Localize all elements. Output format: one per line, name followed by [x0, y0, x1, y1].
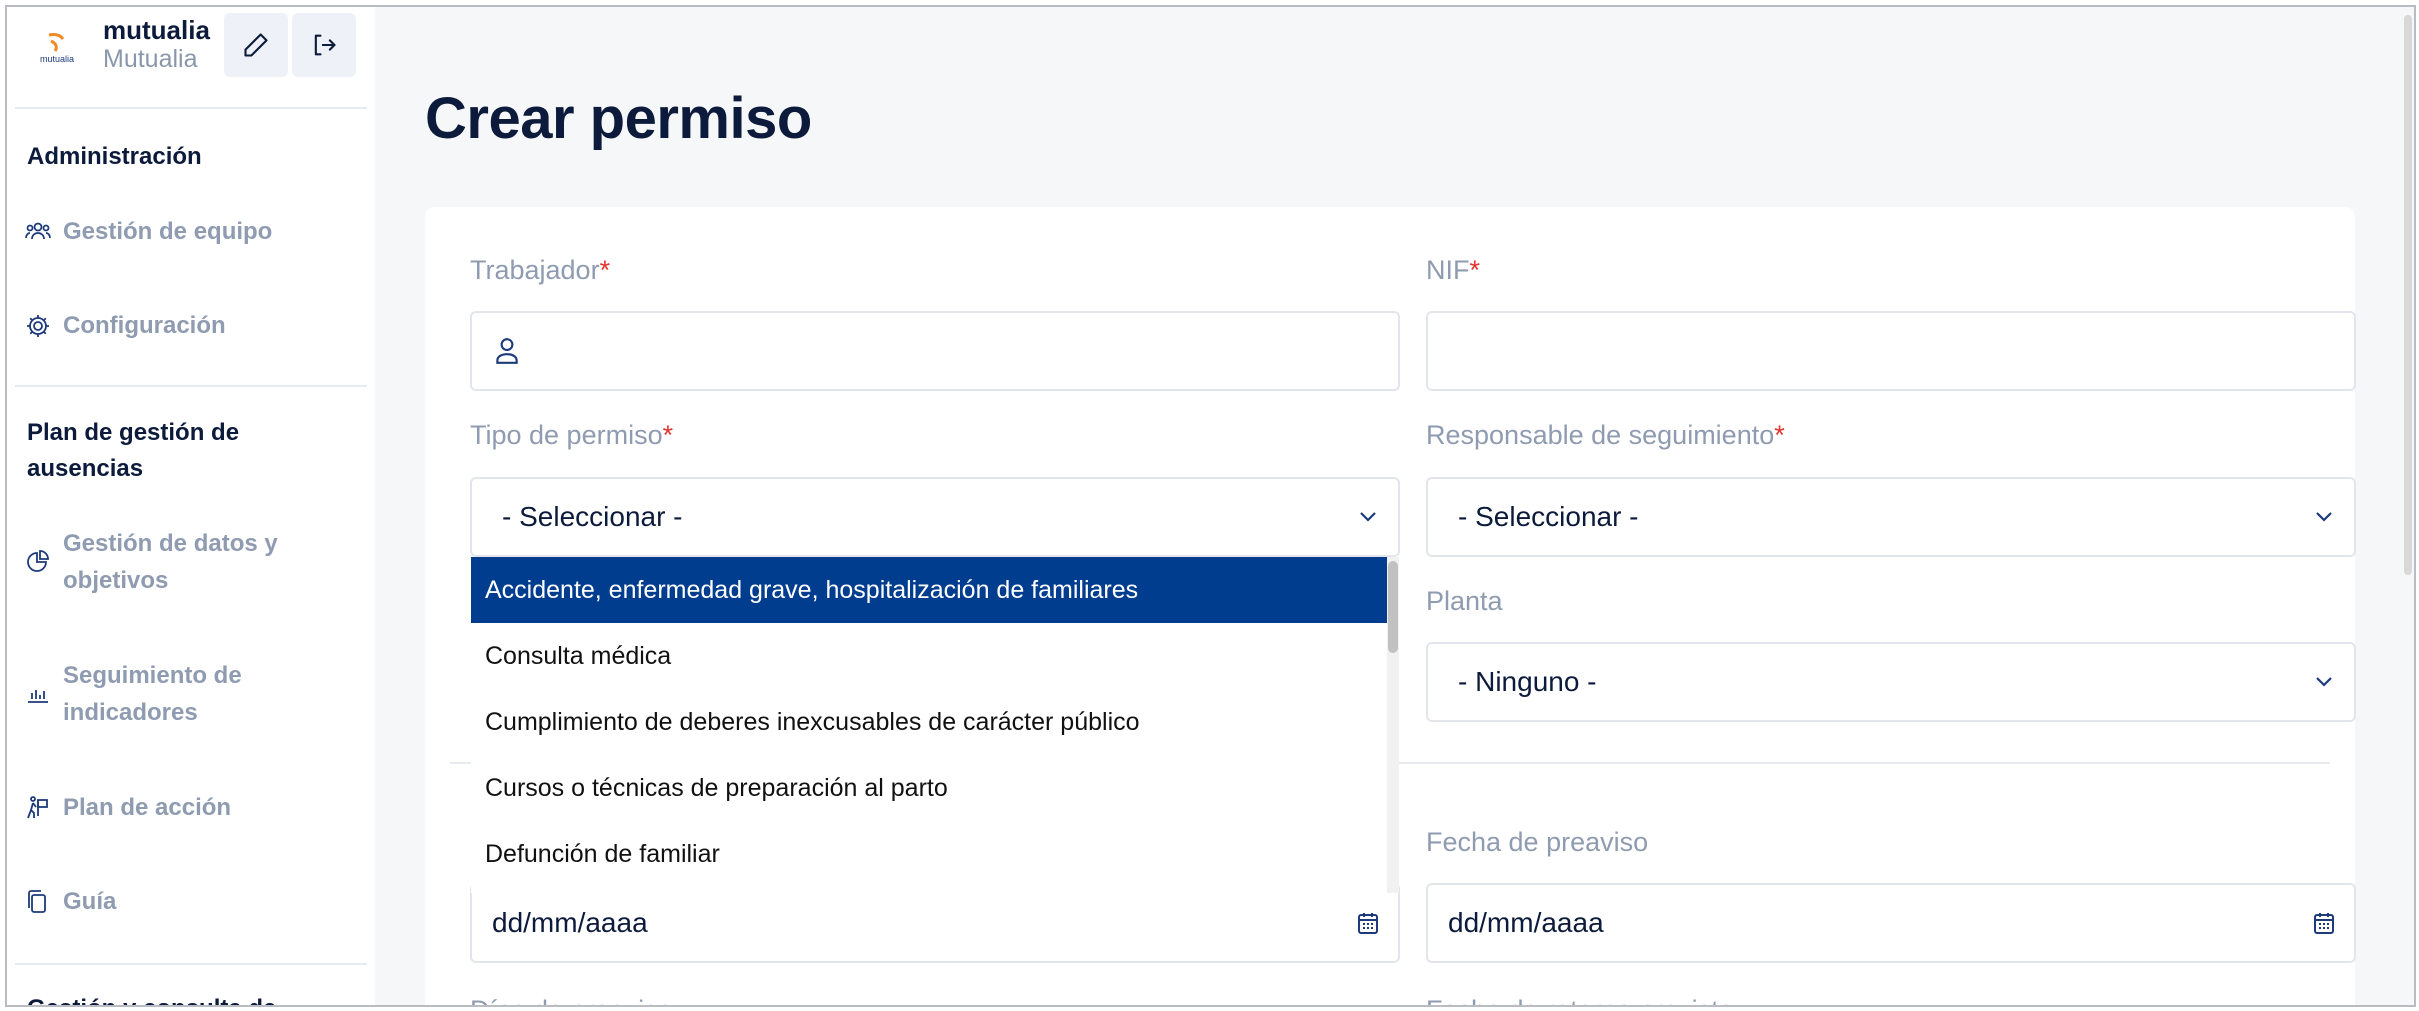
sidebar-item-gestion-datos[interactable]: Gestión de datos y objetivos	[21, 525, 341, 599]
divider	[15, 107, 367, 109]
dropdown-option[interactable]: Cursos o técnicas de preparación al part…	[471, 755, 1387, 821]
fecha-preaviso-label: Fecha de preaviso	[1426, 827, 1649, 857]
nif-label: NIF*	[1426, 255, 1481, 285]
sidebar-item-gestion-equipo[interactable]: Gestión de equipo	[21, 213, 272, 250]
sidebar-item-guia[interactable]: Guía	[21, 883, 116, 920]
fecha-inicio-value: dd/mm/aaaa	[492, 907, 648, 938]
bar-chart-icon	[21, 675, 55, 712]
svg-text:mutualia: mutualia	[40, 54, 74, 64]
user-icon	[496, 338, 518, 364]
trabajador-label: Trabajador*	[470, 255, 611, 285]
brand-header: mutualia mutualia Mutualia	[7, 7, 375, 107]
section-administracion: Administración	[27, 143, 202, 170]
tipo-permiso-label: Tipo de permiso*	[470, 420, 674, 450]
pencil-icon	[244, 33, 268, 57]
divider	[15, 963, 367, 965]
section-plan-gestion-ausencias: Plan de gestión de ausencias	[27, 419, 240, 482]
dropdown-scroll-thumb[interactable]	[1388, 561, 1398, 653]
planta-value: - Ninguno -	[1458, 666, 1597, 697]
sidebar: mutualia mutualia Mutualia Administració…	[7, 7, 375, 1005]
calendar-icon[interactable]	[1338, 885, 1398, 961]
nif-input[interactable]	[1426, 311, 2356, 391]
sidebar-item-label: Guía	[63, 888, 117, 915]
responsable-select[interactable]: - Seleccionar -	[1426, 477, 2356, 557]
responsable-label: Responsable de seguimiento*	[1426, 420, 1785, 450]
sidebar-item-seguimiento-indicadores[interactable]: Seguimiento de indicadores	[21, 657, 341, 731]
sidebar-item-plan-accion[interactable]: Plan de acción	[21, 789, 231, 826]
dropdown-option[interactable]: Defunción de familiar	[471, 821, 1387, 887]
page-scrollbar[interactable]	[2404, 7, 2414, 1005]
dropdown-scrollbar[interactable]	[1387, 557, 1399, 893]
action-plan-icon	[21, 789, 55, 826]
fecha-inicio-input[interactable]: dd/mm/aaaa	[470, 883, 1400, 963]
tipo-permiso-select[interactable]: - Seleccionar -	[470, 477, 1400, 557]
sidebar-item-configuracion[interactable]: Configuración	[21, 307, 226, 344]
dropdown-option[interactable]: Consulta médica	[471, 623, 1387, 689]
team-icon	[21, 213, 55, 250]
copy-document-icon	[21, 883, 55, 920]
logout-button[interactable]	[292, 13, 356, 77]
dropdown-option[interactable]: Accidente, enfermedad grave, hospitaliza…	[471, 557, 1387, 623]
tipo-permiso-dropdown: Accidente, enfermedad grave, hospitaliza…	[471, 557, 1399, 893]
tipo-permiso-value: - Seleccionar -	[502, 501, 683, 532]
section-gestion-consulta: Gestión y consulta de	[27, 991, 276, 1005]
mutualia-logo: mutualia	[40, 33, 74, 64]
planta-label: Planta	[1426, 586, 1503, 616]
fecha-retorno-label: Fecha de retorno prevista	[1426, 995, 1734, 1005]
sidebar-item-label: Gestión de equipo	[63, 218, 273, 245]
chevron-down-icon	[2294, 644, 2354, 720]
sidebar-item-label: Plan de acción	[63, 794, 232, 821]
sidebar-item-label: Seguimiento de indicadores	[63, 662, 242, 726]
chevron-down-icon	[1338, 479, 1398, 555]
fecha-preaviso-value: dd/mm/aaaa	[1448, 907, 1604, 938]
divider	[15, 385, 367, 387]
gear-icon	[21, 307, 55, 344]
trabajador-input[interactable]	[470, 311, 1400, 391]
logout-icon	[314, 34, 336, 56]
app-window: mutualia mutualia Mutualia Administració…	[5, 5, 2416, 1007]
sidebar-item-label: Configuración	[63, 312, 226, 339]
brand-name: mutualia	[103, 15, 210, 45]
fecha-preaviso-input[interactable]: dd/mm/aaaa	[1426, 883, 2356, 963]
dias-preaviso-label: Días de preaviso	[470, 995, 673, 1005]
pie-chart-icon	[21, 543, 55, 580]
brand-subtitle: Mutualia	[103, 45, 198, 73]
page-scroll-thumb[interactable]	[2404, 15, 2412, 575]
responsable-value: - Seleccionar -	[1458, 501, 1639, 532]
planta-select[interactable]: - Ninguno -	[1426, 642, 2356, 722]
chevron-down-icon	[2294, 479, 2354, 555]
dropdown-option[interactable]: Cumplimiento de deberes inexcusables de …	[471, 689, 1387, 755]
sidebar-item-label: Gestión de datos y objetivos	[63, 530, 278, 594]
calendar-icon[interactable]	[2294, 885, 2354, 961]
page-title: Crear permiso	[425, 86, 812, 151]
edit-button[interactable]	[224, 13, 288, 77]
